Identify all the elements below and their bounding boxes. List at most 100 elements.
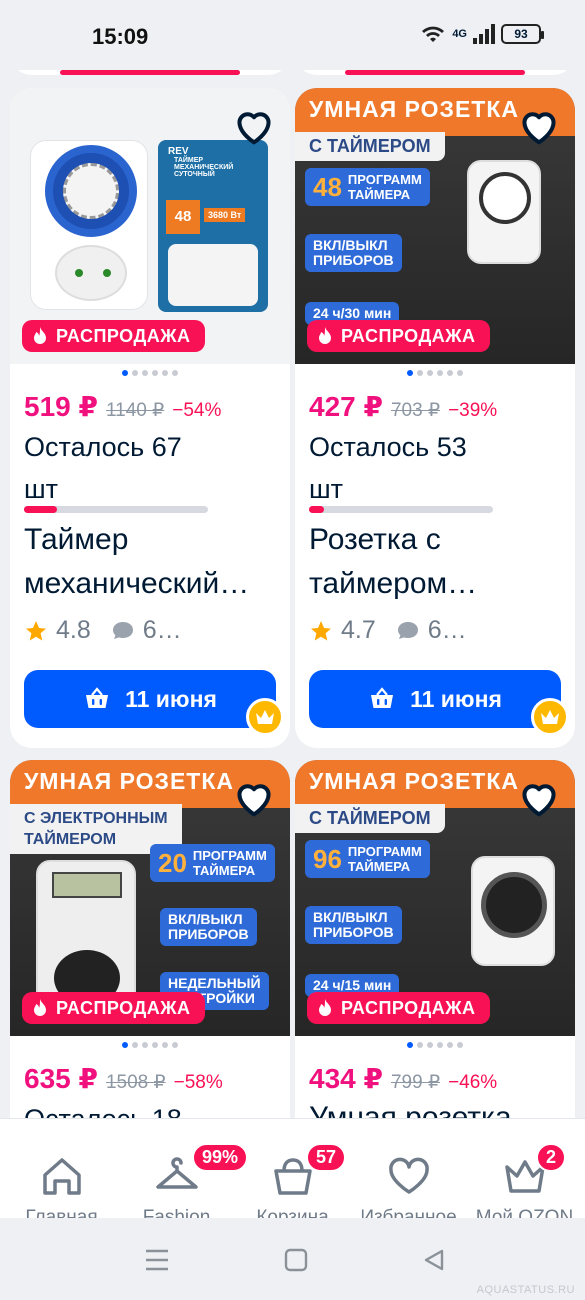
image-pager-dots bbox=[295, 370, 575, 376]
fire-icon bbox=[34, 999, 46, 1016]
rating-value: 4.8 bbox=[56, 616, 91, 644]
device-illustration bbox=[36, 860, 136, 1010]
product-title[interactable]: Умная розетка bbox=[309, 1096, 569, 1120]
bottom-navigation: Главная 99% Fashion 57 Корзина Избранное… bbox=[0, 1118, 585, 1228]
product-card[interactable]: REV ТАЙМЕР МЕХАНИЧЕСКИЙ СУТОЧНЫЙ 48 3680… bbox=[10, 88, 290, 748]
favorite-heart-icon[interactable] bbox=[232, 778, 276, 818]
stock-remaining: Осталось 67 шт bbox=[24, 432, 182, 504]
old-price: 1508 ₽ bbox=[105, 1072, 166, 1093]
rating-row: 4.7 6… bbox=[309, 616, 467, 645]
reviews-count: 6… bbox=[427, 616, 467, 644]
image-feature-pill: ВКЛ/ВЫКЛ ПРИБОРОВ bbox=[305, 234, 402, 272]
timer-dial bbox=[45, 145, 137, 237]
current-price: 635 ₽ bbox=[24, 1063, 98, 1094]
image-feature-pill: ВКЛ/ВЫКЛ ПРИБОРОВ bbox=[160, 908, 257, 946]
product-card[interactable]: УМНАЯ РОЗЕТКА С ЭЛЕКТРОННЫМ ТАЙМЕРОМ 20 ПР… bbox=[10, 760, 290, 1120]
add-to-cart-button[interactable]: 11 июня bbox=[309, 670, 561, 728]
delivery-date: 11 июня bbox=[410, 685, 502, 712]
product-card[interactable]: УМНАЯ РОЗЕТКА С ТАЙМЕРОМ 96 ПРОГРАММ ТАЙМЕ… bbox=[295, 760, 575, 1120]
image-pager-dots bbox=[10, 370, 290, 376]
cart-badge: 57 bbox=[306, 1143, 347, 1172]
favorite-heart-icon[interactable] bbox=[232, 106, 276, 146]
crown-icon bbox=[541, 710, 559, 724]
image-pager-dots bbox=[10, 1042, 290, 1048]
product-feed[interactable]: REV ТАЙМЕР МЕХАНИЧЕСКИЙ СУТОЧНЫЙ 48 3680… bbox=[0, 0, 585, 1120]
product-image[interactable]: REV ТАЙМЕР МЕХАНИЧЕСКИЙ СУТОЧНЫЙ 48 3680… bbox=[10, 88, 290, 364]
price-row: 434 ₽ 799 ₽ −46% bbox=[309, 1062, 497, 1095]
reviews-count: 6… bbox=[142, 616, 182, 644]
sale-badge: РАСПРОДАЖА bbox=[22, 320, 205, 352]
home-square-icon[interactable] bbox=[284, 1248, 308, 1272]
sale-label: РАСПРОДАЖА bbox=[56, 325, 191, 346]
fire-icon bbox=[319, 327, 331, 344]
add-to-cart-button[interactable]: 11 июня bbox=[24, 670, 276, 728]
discount: −58% bbox=[173, 1072, 223, 1093]
rating-value: 4.7 bbox=[341, 616, 376, 644]
favorite-heart-icon[interactable] bbox=[517, 778, 561, 818]
timer-socket-illustration bbox=[30, 140, 148, 310]
discount: −54% bbox=[172, 400, 222, 421]
network-type: 4G bbox=[452, 28, 467, 40]
sale-label: РАСПРОДАЖА bbox=[341, 325, 476, 346]
product-title[interactable]: Розетка с таймером… bbox=[309, 518, 569, 606]
back-icon[interactable] bbox=[422, 1248, 446, 1272]
price-row: 519 ₽ 1140 ₽ −54% bbox=[24, 390, 221, 423]
fire-icon bbox=[34, 327, 46, 344]
image-subheadline: С ТАЙМЕРОМ bbox=[295, 804, 445, 833]
delivery-date: 11 июня bbox=[125, 685, 217, 712]
old-price: 703 ₽ bbox=[390, 400, 441, 421]
image-feature-pill: ВКЛ/ВЫКЛ ПРИБОРОВ bbox=[305, 906, 402, 944]
star-icon bbox=[26, 620, 46, 640]
current-price: 427 ₽ bbox=[309, 391, 383, 422]
outlet bbox=[55, 245, 127, 301]
image-feature-pill: 20 ПРОГРАММ ТАЙМЕРА bbox=[150, 844, 275, 882]
current-price: 434 ₽ bbox=[309, 1063, 383, 1094]
image-feature-pill: 48 ПРОГРАММ ТАЙМЕРА bbox=[305, 168, 430, 206]
stub-accent bbox=[345, 70, 525, 75]
product-box-illustration: REV ТАЙМЕР МЕХАНИЧЕСКИЙ СУТОЧНЫЙ 48 3680… bbox=[158, 140, 268, 312]
home-icon bbox=[42, 1158, 81, 1195]
sale-badge: РАСПРОДАЖА bbox=[22, 992, 205, 1024]
sale-label: РАСПРОДАЖА bbox=[341, 997, 476, 1018]
sale-badge: РАСПРОДАЖА bbox=[307, 320, 490, 352]
stock-remaining: Осталось 18 bbox=[24, 1104, 182, 1120]
premium-crown-badge bbox=[246, 698, 284, 736]
stub-accent bbox=[60, 70, 240, 75]
sale-badge: РАСПРОДАЖА bbox=[307, 992, 490, 1024]
stock-remaining: Осталось 53 шт bbox=[309, 432, 467, 504]
rating-row: 4.8 6… bbox=[24, 616, 182, 645]
fire-icon bbox=[319, 999, 331, 1016]
product-card[interactable]: УМНАЯ РОЗЕТКА С ТАЙМЕРОМ 48 ПРОГРАММ ТАЙМЕ… bbox=[295, 88, 575, 748]
clock: 15:09 bbox=[92, 24, 149, 49]
menu-icon[interactable] bbox=[144, 1248, 170, 1272]
price-row: 427 ₽ 703 ₽ −39% bbox=[309, 390, 497, 423]
device-illustration bbox=[467, 160, 541, 264]
crown-icon bbox=[256, 710, 274, 724]
favorite-heart-icon[interactable] bbox=[517, 106, 561, 146]
basket-icon bbox=[86, 687, 109, 708]
stock-bar bbox=[309, 506, 493, 513]
image-subheadline: С ТАЙМЕРОМ bbox=[295, 132, 445, 161]
basket-icon bbox=[371, 687, 394, 708]
my-ozon-badge: 2 bbox=[536, 1143, 567, 1172]
discount: −46% bbox=[448, 1072, 498, 1093]
wifi-icon bbox=[422, 26, 445, 42]
comment-icon bbox=[112, 621, 133, 639]
price-row: 635 ₽ 1508 ₽ −58% bbox=[24, 1062, 223, 1095]
signal-icon bbox=[473, 24, 495, 44]
stock-bar bbox=[24, 506, 208, 513]
status-bar: 15:09 4G 93 bbox=[0, 0, 585, 70]
old-price: 799 ₽ bbox=[390, 1072, 441, 1093]
system-navigation-bar: AQUASTATUS.RU bbox=[0, 1218, 585, 1300]
product-title[interactable]: Таймер механический… bbox=[24, 518, 284, 606]
old-price: 1140 ₽ bbox=[105, 400, 165, 421]
comment-icon bbox=[397, 621, 418, 639]
watermark: AQUASTATUS.RU bbox=[476, 1284, 575, 1296]
image-feature-pill: 96 ПРОГРАММ ТАЙМЕРА bbox=[305, 840, 430, 878]
battery-indicator: 93 bbox=[501, 24, 544, 44]
star-icon bbox=[311, 620, 331, 640]
device-illustration bbox=[471, 856, 555, 966]
stock-bar-fill bbox=[309, 506, 324, 513]
image-pager-dots bbox=[295, 1042, 575, 1048]
sale-label: РАСПРОДАЖА bbox=[56, 997, 191, 1018]
